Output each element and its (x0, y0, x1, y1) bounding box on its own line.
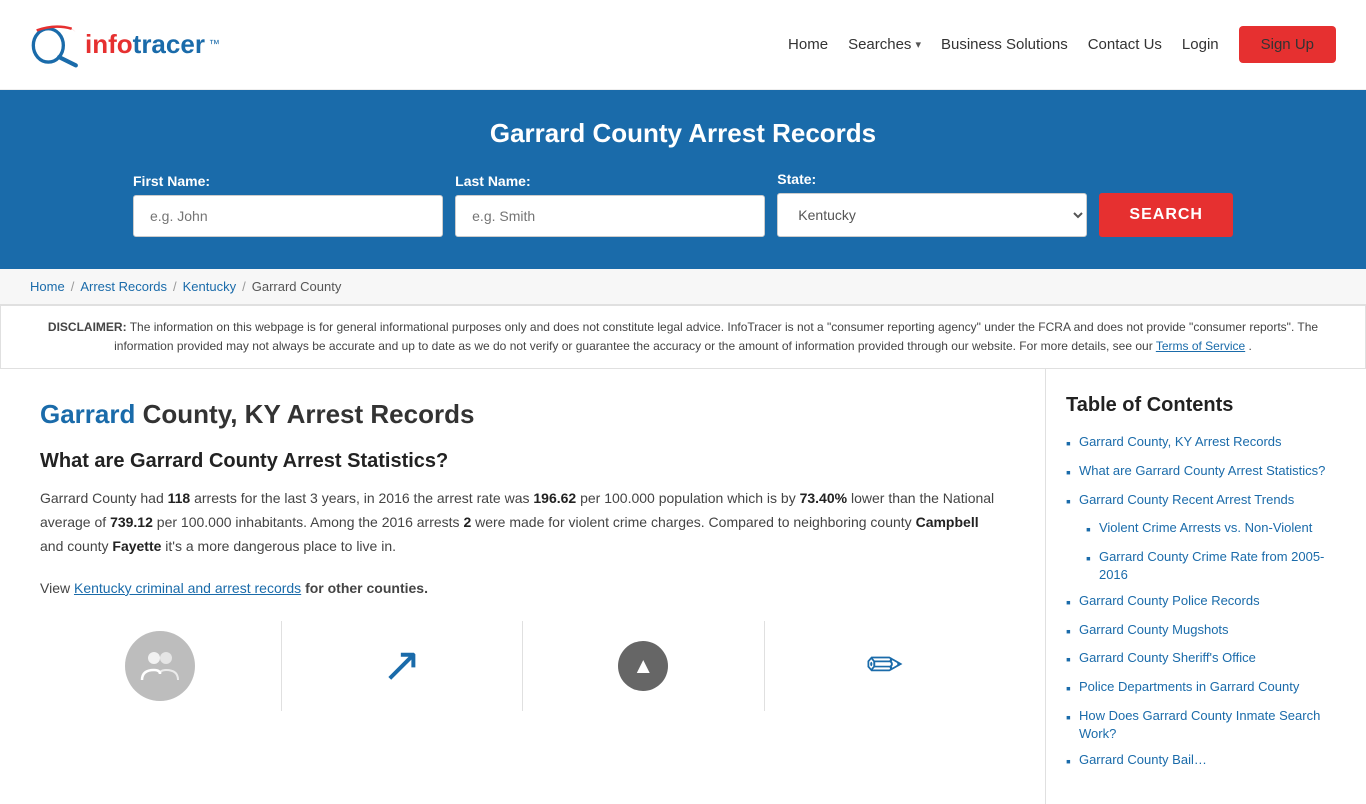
scroll-top-button[interactable]: ▲ (618, 641, 668, 691)
icon-row: ↗ ▲ ✏ (40, 621, 1005, 711)
body-text-2: arrests for the last 3 years, in 2016 th… (190, 490, 533, 506)
nav-searches[interactable]: Searches ▾ (848, 36, 921, 53)
first-name-label: First Name: (133, 173, 443, 189)
view-text-2: for other counties. (301, 580, 428, 596)
toc-item-4: Violent Crime Arrests vs. Non-Violent (1066, 519, 1346, 540)
last-name-label: Last Name: (455, 173, 765, 189)
toc-link-6[interactable]: Garrard County Police Records (1079, 592, 1260, 610)
body-text-8: it's a more dangerous place to live in. (161, 538, 396, 554)
article-body-paragraph: Garrard County had 118 arrests for the l… (40, 487, 1005, 558)
toc-item-5: Garrard County Crime Rate from 2005-2016 (1066, 548, 1346, 584)
body-text-6: were made for violent crime charges. Com… (471, 514, 915, 530)
state-select[interactable]: Kentucky Alabama Alaska Arizona Arkansas… (777, 193, 1087, 237)
logo-info: infotracer (85, 29, 205, 59)
article-title-rest: County, KY Arrest Records (135, 399, 474, 429)
breadcrumb-kentucky[interactable]: Kentucky (183, 279, 236, 294)
toc-link-2[interactable]: What are Garrard County Arrest Statistic… (1079, 462, 1325, 480)
breadcrumb-arrest-records[interactable]: Arrest Records (80, 279, 167, 294)
last-name-input[interactable] (455, 195, 765, 237)
nav-signup[interactable]: Sign Up (1239, 26, 1336, 63)
disclaimer-tos-link[interactable]: Terms of Service (1156, 339, 1245, 353)
state-group: State: Kentucky Alabama Alaska Arizona A… (777, 171, 1087, 237)
toc-link-9[interactable]: Police Departments in Garrard County (1079, 678, 1299, 696)
article-title: Garrard County, KY Arrest Records (40, 399, 1005, 430)
header: infotracer ™ Home Searches ▾ Business So… (0, 0, 1366, 90)
page-title: Garrard County Arrest Records (30, 118, 1336, 149)
toc-link-10[interactable]: How Does Garrard County Inmate Search Wo… (1079, 707, 1346, 743)
search-form: First Name: Last Name: State: Kentucky A… (133, 171, 1233, 237)
disclaimer: DISCLAIMER: The information on this webp… (0, 305, 1366, 369)
table-of-contents: Table of Contents Garrard County, KY Arr… (1046, 369, 1366, 804)
arrow-up-icon: ↗ (367, 631, 437, 701)
toc-link-3[interactable]: Garrard County Recent Arrest Trends (1079, 491, 1294, 509)
kentucky-records-link[interactable]: Kentucky criminal and arrest records (74, 580, 301, 596)
toc-item-7: Garrard County Mugshots (1066, 621, 1346, 642)
last-name-group: Last Name: (455, 173, 765, 237)
pencil-icon: ✏ (850, 631, 920, 701)
county2: Fayette (112, 538, 161, 554)
main-content: Garrard County, KY Arrest Records What a… (0, 369, 1366, 804)
state-label: State: (777, 171, 1087, 187)
icon-cell-1 (40, 621, 282, 711)
article-title-highlight: Garrard (40, 399, 135, 429)
toc-title: Table of Contents (1066, 394, 1346, 417)
rate2: 739.12 (110, 514, 153, 530)
toc-item-11: Garrard County Bail… (1066, 751, 1346, 772)
nav-business-solutions[interactable]: Business Solutions (941, 36, 1068, 53)
toc-link-7[interactable]: Garrard County Mugshots (1079, 621, 1229, 639)
toc-link-1[interactable]: Garrard County, KY Arrest Records (1079, 433, 1282, 451)
arrests-count: 118 (168, 490, 191, 506)
searches-chevron-icon: ▾ (915, 38, 921, 51)
nav-contact-us[interactable]: Contact Us (1088, 36, 1162, 53)
body-text-7: and county (40, 538, 112, 554)
disclaimer-bold: DISCLAIMER: (48, 320, 127, 334)
breadcrumb-bar: Home / Arrest Records / Kentucky / Garra… (0, 269, 1366, 305)
nav-login[interactable]: Login (1182, 36, 1219, 53)
breadcrumb-sep-3: / (242, 279, 246, 294)
nav-home[interactable]: Home (788, 36, 828, 53)
toc-item-1: Garrard County, KY Arrest Records (1066, 433, 1346, 454)
people-icon (125, 631, 195, 701)
view-link-paragraph: View Kentucky criminal and arrest record… (40, 577, 1005, 601)
disclaimer-text: The information on this webpage is for g… (114, 320, 1318, 353)
first-name-input[interactable] (133, 195, 443, 237)
view-text-1: View (40, 580, 74, 596)
toc-item-10: How Does Garrard County Inmate Search Wo… (1066, 707, 1346, 743)
toc-item-6: Garrard County Police Records (1066, 592, 1346, 613)
breadcrumb-sep-2: / (173, 279, 177, 294)
breadcrumb-home[interactable]: Home (30, 279, 65, 294)
main-nav: Home Searches ▾ Business Solutions Conta… (788, 26, 1336, 63)
toc-link-8[interactable]: Garrard County Sheriff's Office (1079, 649, 1256, 667)
hero-section: Garrard County Arrest Records First Name… (0, 90, 1366, 269)
article-content: Garrard County, KY Arrest Records What a… (0, 369, 1046, 804)
rate1: 196.62 (533, 490, 576, 506)
body-text-5: per 100.000 inhabitants. Among the 2016 … (153, 514, 464, 530)
search-button[interactable]: SEARCH (1099, 193, 1233, 237)
icon-cell-3: ▲ (523, 621, 765, 711)
breadcrumb: Home / Arrest Records / Kentucky / Garra… (30, 279, 1336, 294)
toc-item-3: Garrard County Recent Arrest Trends (1066, 491, 1346, 512)
first-name-group: First Name: (133, 173, 443, 237)
breadcrumb-current: Garrard County (252, 279, 342, 294)
logo-icon (30, 20, 80, 70)
percent: 73.40% (800, 490, 847, 506)
disclaimer-end: . (1249, 339, 1252, 353)
logo[interactable]: infotracer ™ (30, 20, 220, 70)
toc-item-8: Garrard County Sheriff's Office (1066, 649, 1346, 670)
body-text-3: per 100.000 population which is by (576, 490, 799, 506)
toc-link-5[interactable]: Garrard County Crime Rate from 2005-2016 (1099, 548, 1346, 584)
toc-link-11[interactable]: Garrard County Bail… (1079, 751, 1207, 769)
breadcrumb-sep-1: / (71, 279, 75, 294)
county1: Campbell (916, 514, 979, 530)
article-subtitle: What are Garrard County Arrest Statistic… (40, 450, 1005, 473)
toc-link-4[interactable]: Violent Crime Arrests vs. Non-Violent (1099, 519, 1312, 537)
body-text-1: Garrard County had (40, 490, 168, 506)
toc-item-9: Police Departments in Garrard County (1066, 678, 1346, 699)
toc-item-2: What are Garrard County Arrest Statistic… (1066, 462, 1346, 483)
icon-cell-2: ↗ (282, 621, 524, 711)
icon-cell-4: ✏ (765, 621, 1006, 711)
toc-list: Garrard County, KY Arrest Records What a… (1066, 433, 1346, 771)
